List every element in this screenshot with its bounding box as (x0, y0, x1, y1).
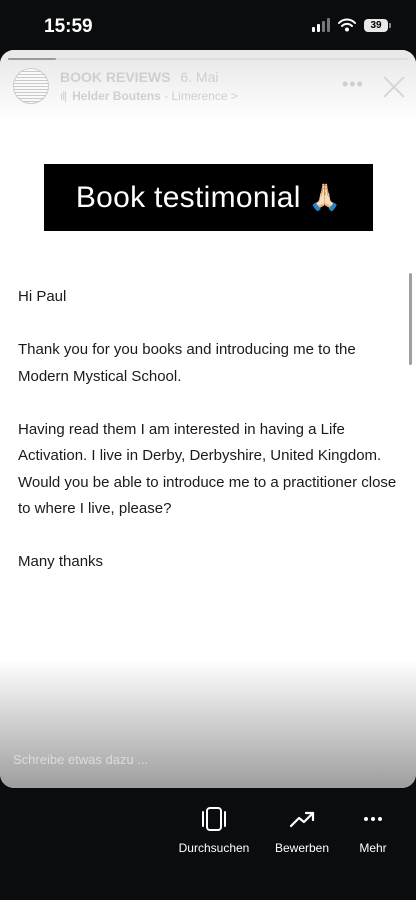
browse-label: Durchsuchen (178, 841, 250, 855)
letter-closing: Many thanks (18, 553, 104, 570)
letter-body: Hi Paul Thank you for you books and intr… (18, 284, 398, 602)
banner-title: Book testimonial (75, 180, 301, 214)
trend-icon (289, 811, 315, 828)
battery-icon: 39 (364, 18, 391, 32)
wifi-icon (338, 18, 356, 32)
status-time: 15:59 (44, 16, 93, 37)
reply-input[interactable] (13, 752, 343, 767)
scroll-indicator[interactable] (409, 273, 412, 365)
promote-button[interactable]: Bewerben (268, 806, 336, 855)
close-icon[interactable] (381, 74, 407, 100)
testimonial-banner: Book testimonial 🙏🏻 (44, 164, 373, 231)
music-artist: Helder Boutens (72, 89, 161, 103)
letter-paragraph: Thank you for you books and introducing … (18, 341, 356, 385)
music-line[interactable]: ıl| Helder Boutens - Limerence > (60, 89, 238, 103)
letter-paragraph: Having read them I am interested in havi… (18, 420, 397, 518)
cellular-signal-icon (312, 18, 330, 32)
promote-label: Bewerben (274, 841, 330, 855)
browse-button[interactable]: Durchsuchen (172, 806, 256, 855)
music-title: Limerence (171, 89, 228, 103)
avatar[interactable] (13, 68, 49, 104)
story-progress-fill (8, 58, 56, 60)
chevron-right-icon: > (230, 89, 238, 103)
account-line[interactable]: BOOK REVIEWS 6. Mai (60, 69, 218, 85)
story-progress-bar (8, 58, 408, 60)
account-name[interactable]: BOOK REVIEWS (60, 69, 170, 85)
action-bar: Durchsuchen Bewerben Mehr (0, 800, 416, 900)
music-bars-icon: ıl| (60, 89, 67, 103)
music-separator: - (160, 89, 172, 103)
praying-hands-icon: 🙏🏻 (308, 182, 342, 212)
more-icon (364, 817, 382, 821)
post-date: 6. Mai (180, 69, 219, 85)
more-label: Mehr (359, 841, 387, 855)
more-button[interactable]: Mehr (350, 806, 396, 855)
more-options-icon[interactable]: ••• (342, 74, 364, 95)
bottom-fade (0, 660, 416, 788)
story-card[interactable]: BOOK REVIEWS 6. Mai ıl| Helder Boutens -… (0, 50, 416, 788)
status-bar: 15:59 39 (0, 0, 416, 50)
status-icons: 39 (312, 18, 391, 32)
browse-icon (202, 807, 226, 831)
letter-greeting: Hi Paul (18, 288, 67, 305)
